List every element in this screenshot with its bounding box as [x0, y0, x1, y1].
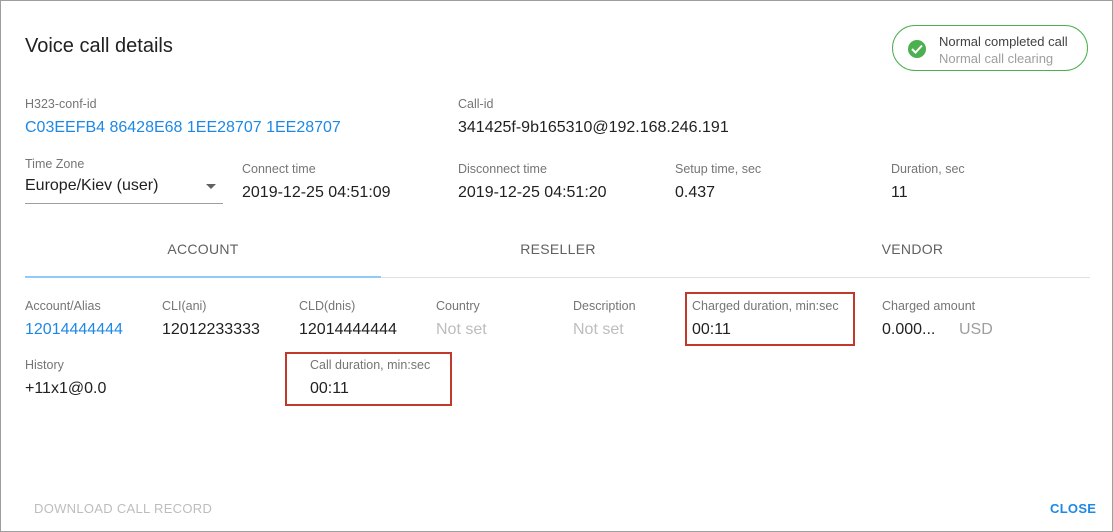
voice-call-details-dialog: Voice call details Normal completed call… — [0, 0, 1113, 532]
cli-value: 12012233333 — [162, 321, 260, 338]
setup-time-label: Setup time, sec — [675, 162, 762, 176]
country-value: Not set — [436, 321, 487, 338]
charged-amount-currency: USD — [959, 321, 993, 338]
connect-time-value: 2019-12-25 04:51:09 — [242, 184, 391, 201]
connect-time-label: Connect time — [242, 162, 316, 176]
cld-label: CLD(dnis) — [299, 299, 356, 313]
tab-account[interactable]: ACCOUNT — [25, 241, 381, 277]
status-label: Normal completed call — [939, 34, 1068, 49]
cli-label: CLI(ani) — [162, 299, 207, 313]
charged-duration-label: Charged duration, min:sec — [692, 299, 839, 313]
status-reason: Normal call clearing — [939, 51, 1054, 66]
call-id-value: 341425f-9b165310@192.168.246.191 — [458, 119, 729, 136]
close-button[interactable]: CLOSE — [1050, 501, 1096, 516]
h323-conf-id-label: H323-conf-id — [25, 97, 97, 111]
timezone-label: Time Zone — [25, 157, 85, 171]
call-duration-label: Call duration, min:sec — [310, 358, 431, 372]
charged-amount-value: 0.000... — [882, 321, 936, 338]
charged-duration-value: 00:11 — [692, 321, 731, 338]
active-tab-indicator — [25, 276, 381, 278]
country-label: Country — [436, 299, 480, 313]
timezone-selected-value: Europe/Kiev (user) — [25, 177, 159, 194]
duration-label: Duration, sec — [891, 162, 965, 176]
account-alias-label: Account/Alias — [25, 299, 101, 313]
disconnect-time-label: Disconnect time — [458, 162, 547, 176]
timezone-select[interactable]: Europe/Kiev (user) — [25, 174, 223, 204]
history-value: +11x1@0.0 — [25, 380, 107, 397]
h323-conf-id-link[interactable]: C03EEFB4 86428E68 1EE28707 1EE28707 — [25, 119, 341, 137]
duration-value: 11 — [891, 184, 908, 201]
download-call-record-button[interactable]: DOWNLOAD CALL RECORD — [34, 501, 212, 516]
tab-reseller[interactable]: RESELLER — [381, 241, 735, 277]
description-value: Not set — [573, 321, 624, 338]
dialog-title: Voice call details — [25, 35, 173, 57]
disconnect-time-value: 2019-12-25 04:51:20 — [458, 184, 607, 201]
setup-time-value: 0.437 — [675, 184, 716, 201]
charged-amount-label: Charged amount — [882, 299, 976, 313]
dropdown-arrow-icon — [206, 184, 216, 189]
call-duration-value: 00:11 — [310, 380, 349, 397]
cld-value: 12014444444 — [299, 321, 397, 338]
check-circle-icon — [908, 40, 926, 58]
call-id-label: Call-id — [458, 97, 494, 111]
tab-vendor[interactable]: VENDOR — [735, 241, 1090, 277]
account-alias-link[interactable]: 12014444444 — [25, 321, 123, 339]
history-label: History — [25, 358, 64, 372]
call-status-badge: Normal completed call Normal call cleari… — [892, 25, 1088, 71]
description-label: Description — [573, 299, 636, 313]
